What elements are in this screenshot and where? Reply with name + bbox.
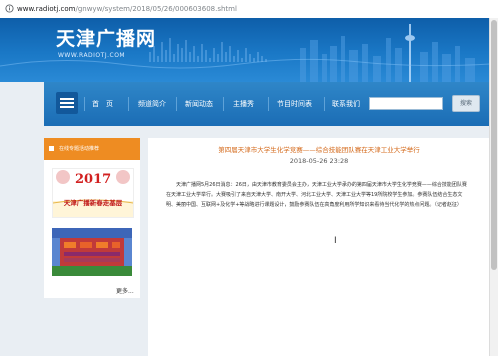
more-link[interactable]: 更多... <box>116 288 134 296</box>
url-domain: www.radiotj.com <box>17 5 76 13</box>
promo-caption: 天津广播新春走基层 <box>63 199 123 207</box>
scrollbar-thumb[interactable] <box>491 20 497 270</box>
site-banner: 天津广播网 WWW.RADIOTJ.COM <box>0 18 490 82</box>
nav-divider <box>223 97 224 111</box>
nav-item-news[interactable]: 新闻动态 <box>185 99 213 109</box>
nav-divider <box>268 97 269 111</box>
site-logo-domain: WWW.RADIOTJ.COM <box>58 52 126 59</box>
menu-icon[interactable] <box>56 92 78 114</box>
main-nav: 首 页 频道简介 新闻动态 主播秀 节目时间表 联系我们 搜索 <box>44 82 490 126</box>
search-button[interactable]: 搜索 <box>452 95 480 112</box>
article-title: 第四届天津市大学生化学竞赛——综合技能团队赛在天津工业大学举行 <box>218 146 420 154</box>
nav-item-home[interactable]: 首 页 <box>92 99 113 109</box>
url-text[interactable]: www.radiotj.com/gnwyw/system/2018/05/26/… <box>17 3 237 15</box>
site-logo[interactable]: 天津广播网 <box>56 28 156 50</box>
promo-graphic <box>52 228 132 276</box>
article-body: 天津广播网5月26日消息：26日，由天津市教育委员会主办，天津工业大学承办的第四… <box>166 182 467 208</box>
sidebar-title: 在线专题活动推荐 <box>59 146 100 152</box>
promo-image-spring-festival[interactable]: 2017 天津广播新春走基层 <box>52 168 134 218</box>
nav-divider <box>324 97 325 111</box>
search-input[interactable] <box>369 97 443 110</box>
article-panel: 第四届天津市大学生化学竞赛——综合技能团队赛在天津工业大学举行 2018-05-… <box>148 138 490 356</box>
info-icon[interactable] <box>5 4 14 13</box>
nav-item-schedule[interactable]: 节目时间表 <box>277 99 312 109</box>
promo-year: 2017 <box>75 172 112 187</box>
browser-address-bar[interactable]: www.radiotj.com/gnwyw/system/2018/05/26/… <box>0 0 498 19</box>
sidebar-panel: 在线专题活动推荐 2017 天津广播新春走基层 更多... <box>44 138 140 298</box>
vertical-scrollbar[interactable] <box>489 18 498 356</box>
url-path: /gnwyw/system/2018/05/26/000603608.shtml <box>75 5 237 13</box>
bullet-icon <box>49 146 54 151</box>
nav-divider <box>84 97 85 111</box>
web-page: 天津广播网 WWW.RADIOTJ.COM 首 页 频道简介 新闻动态 主播秀 … <box>0 18 490 356</box>
nav-item-channel-intro[interactable]: 频道简介 <box>138 99 166 109</box>
nav-divider <box>176 97 177 111</box>
promo-image-festival[interactable] <box>52 228 132 276</box>
nav-item-host-show[interactable]: 主播秀 <box>233 99 254 109</box>
article-date: 2018-05-26 23:28 <box>289 157 349 165</box>
nav-divider <box>128 97 129 111</box>
sidebar-header: 在线专题活动推荐 <box>44 138 140 160</box>
text-cursor-icon: I <box>334 236 337 246</box>
nav-item-contact[interactable]: 联系我们 <box>332 99 360 109</box>
